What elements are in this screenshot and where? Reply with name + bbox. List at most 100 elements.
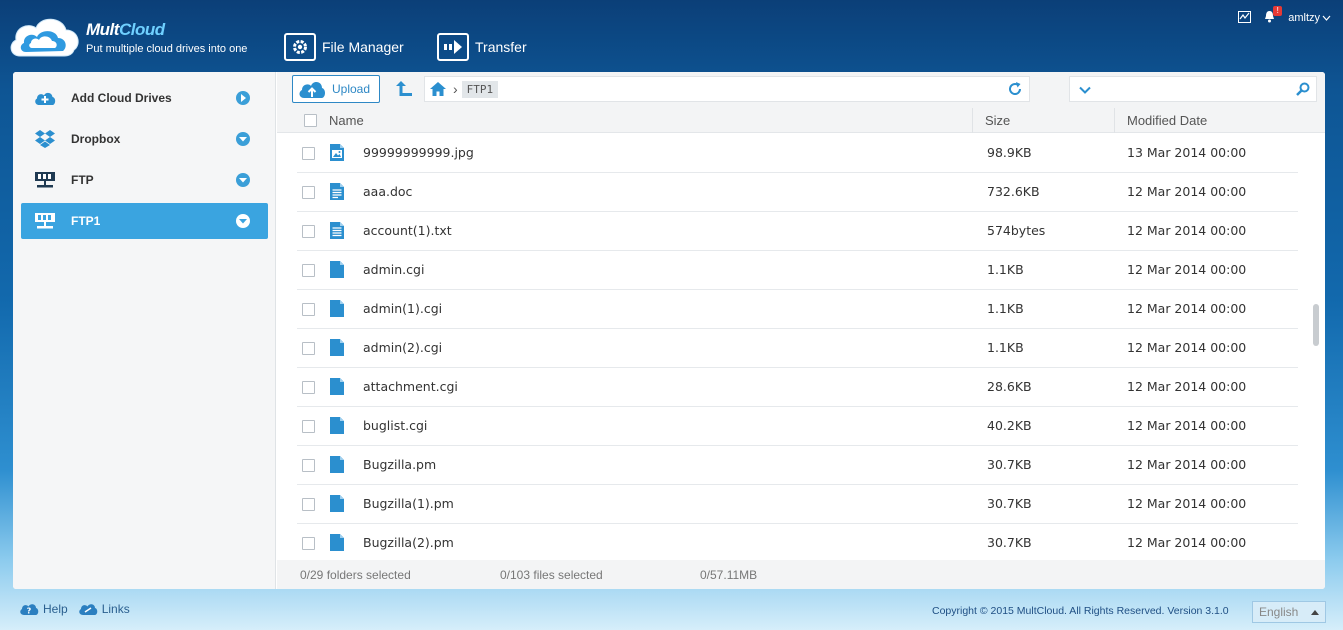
transfer-nav-button[interactable]: Transfer: [437, 32, 527, 62]
file-size: 1.1KB: [987, 301, 1024, 316]
language-select[interactable]: English: [1252, 601, 1326, 623]
row-checkbox[interactable]: [302, 147, 315, 160]
breadcrumb-item-ftp1[interactable]: FTP1: [461, 80, 499, 98]
add-cloud-icon: [33, 87, 57, 109]
file-size: 30.7KB: [987, 535, 1032, 550]
search-box: [1069, 76, 1317, 102]
upload-button[interactable]: Upload: [292, 75, 380, 103]
row-checkbox[interactable]: [302, 420, 315, 433]
table-row[interactable]: aaa.doc 732.6KB 12 Mar 2014 00:00: [297, 173, 1298, 212]
help-link[interactable]: ? Help: [19, 602, 68, 616]
table-row[interactable]: 99999999999.jpg 98.9KB 13 Mar 2014 00:00: [297, 134, 1298, 173]
transfer-arrow-icon: [437, 33, 469, 61]
chevron-down-icon[interactable]: [1078, 83, 1092, 97]
file-date: 12 Mar 2014 00:00: [1127, 184, 1247, 199]
row-checkbox[interactable]: [302, 264, 315, 277]
document-file-icon: [330, 183, 344, 200]
file-manager-nav-button[interactable]: File Manager: [284, 32, 404, 62]
file-date: 12 Mar 2014 00:00: [1127, 340, 1247, 355]
generic-file-icon: [330, 339, 344, 356]
file-list-area: Upload › FTP1 Name Size Modified Date 99…: [277, 72, 1325, 589]
vertical-scrollbar[interactable]: [1313, 304, 1319, 346]
search-icon[interactable]: [1296, 82, 1310, 96]
file-manager-label: File Manager: [322, 39, 404, 55]
link-cloud-icon: [78, 604, 97, 615]
language-value: English: [1259, 605, 1299, 619]
multcloud-logo-icon[interactable]: [6, 10, 82, 60]
file-name: account(1).txt: [363, 223, 452, 238]
go-up-icon[interactable]: [395, 79, 413, 99]
footer-links: ? Help Links: [19, 602, 130, 616]
file-date: 12 Mar 2014 00:00: [1127, 223, 1247, 238]
search-input[interactable]: [1098, 79, 1288, 99]
folders-selected-status: 0/29 folders selected: [300, 568, 411, 582]
file-size: 30.7KB: [987, 457, 1032, 472]
table-row[interactable]: account(1).txt 574bytes 12 Mar 2014 00:0…: [297, 212, 1298, 251]
header-user-area: ! amltzy: [1238, 6, 1331, 26]
row-checkbox[interactable]: [302, 342, 315, 355]
sidebar-item-ftp1[interactable]: FTP1: [21, 203, 268, 239]
select-all-checkbox[interactable]: [304, 114, 317, 127]
file-table-body: 99999999999.jpg 98.9KB 13 Mar 2014 00:00…: [277, 134, 1325, 559]
image-file-icon: [330, 144, 344, 161]
status-bar: 0/29 folders selected 0/103 files select…: [277, 560, 1325, 589]
breadcrumb: › FTP1: [424, 76, 1030, 102]
table-row[interactable]: buglist.cgi 40.2KB 12 Mar 2014 00:00: [297, 407, 1298, 446]
sidebar-item-dropbox[interactable]: Dropbox: [21, 121, 268, 157]
links-link[interactable]: Links: [78, 602, 130, 616]
file-name: admin(2).cgi: [363, 340, 443, 355]
file-size: 40.2KB: [987, 418, 1032, 433]
refresh-icon[interactable]: [1007, 81, 1023, 97]
size-selected-status: 0/57.11MB: [700, 568, 758, 582]
file-date: 12 Mar 2014 00:00: [1127, 418, 1247, 433]
arrow-right-icon: [236, 91, 250, 105]
home-icon[interactable]: [429, 81, 447, 97]
sidebar: Add Cloud Drives Dropbox FTP FTP1: [13, 72, 276, 589]
column-header-modified-date[interactable]: Modified Date: [1114, 108, 1314, 133]
column-header-size[interactable]: Size: [972, 108, 1115, 133]
help-cloud-icon: ?: [20, 604, 39, 616]
upload-label: Upload: [332, 82, 371, 96]
file-name: buglist.cgi: [363, 418, 428, 433]
activity-monitor-icon[interactable]: [1238, 10, 1252, 26]
file-name: admin(1).cgi: [363, 301, 443, 316]
toolbar: Upload › FTP1: [277, 72, 1325, 108]
file-name: Bugzilla.pm: [363, 457, 437, 472]
table-row[interactable]: admin(2).cgi 1.1KB 12 Mar 2014 00:00: [297, 329, 1298, 368]
row-checkbox[interactable]: [302, 498, 315, 511]
file-name: aaa.doc: [363, 184, 413, 199]
table-row[interactable]: Bugzilla(2).pm 30.7KB 12 Mar 2014 00:00: [297, 524, 1298, 559]
brand-tagline: Put multiple cloud drives into one: [86, 43, 248, 55]
row-checkbox[interactable]: [302, 303, 315, 316]
table-header: Name Size Modified Date: [277, 108, 1325, 133]
generic-file-icon: [330, 261, 344, 278]
chevron-down-icon: [1322, 15, 1331, 21]
svg-text:?: ?: [27, 607, 32, 616]
file-date: 12 Mar 2014 00:00: [1127, 457, 1247, 472]
user-menu[interactable]: amltzy: [1288, 12, 1331, 24]
file-size: 574bytes: [987, 223, 1046, 238]
row-checkbox[interactable]: [302, 225, 315, 238]
row-checkbox[interactable]: [302, 459, 315, 472]
table-row[interactable]: admin.cgi 1.1KB 12 Mar 2014 00:00: [297, 251, 1298, 290]
row-checkbox[interactable]: [302, 381, 315, 394]
row-checkbox[interactable]: [302, 186, 315, 199]
notification-bell-icon[interactable]: !: [1263, 6, 1283, 26]
generic-file-icon: [330, 534, 344, 551]
generic-file-icon: [330, 495, 344, 512]
column-header-name[interactable]: Name: [329, 113, 364, 128]
sidebar-item-add-cloud-drives[interactable]: Add Cloud Drives: [21, 80, 268, 116]
file-size: 1.1KB: [987, 262, 1024, 277]
table-row[interactable]: admin(1).cgi 1.1KB 12 Mar 2014 00:00: [297, 290, 1298, 329]
ftp-server-icon: [33, 169, 57, 191]
table-row[interactable]: Bugzilla(1).pm 30.7KB 12 Mar 2014 00:00: [297, 485, 1298, 524]
file-name: Bugzilla(2).pm: [363, 535, 454, 550]
table-row[interactable]: Bugzilla.pm 30.7KB 12 Mar 2014 00:00: [297, 446, 1298, 485]
file-size: 732.6KB: [987, 184, 1040, 199]
chevron-down-icon: [236, 214, 250, 228]
caret-up-icon: [1311, 610, 1319, 615]
table-row[interactable]: attachment.cgi 28.6KB 12 Mar 2014 00:00: [297, 368, 1298, 407]
row-checkbox[interactable]: [302, 537, 315, 550]
sidebar-item-ftp[interactable]: FTP: [21, 162, 268, 198]
sidebar-item-label: Dropbox: [71, 132, 121, 146]
